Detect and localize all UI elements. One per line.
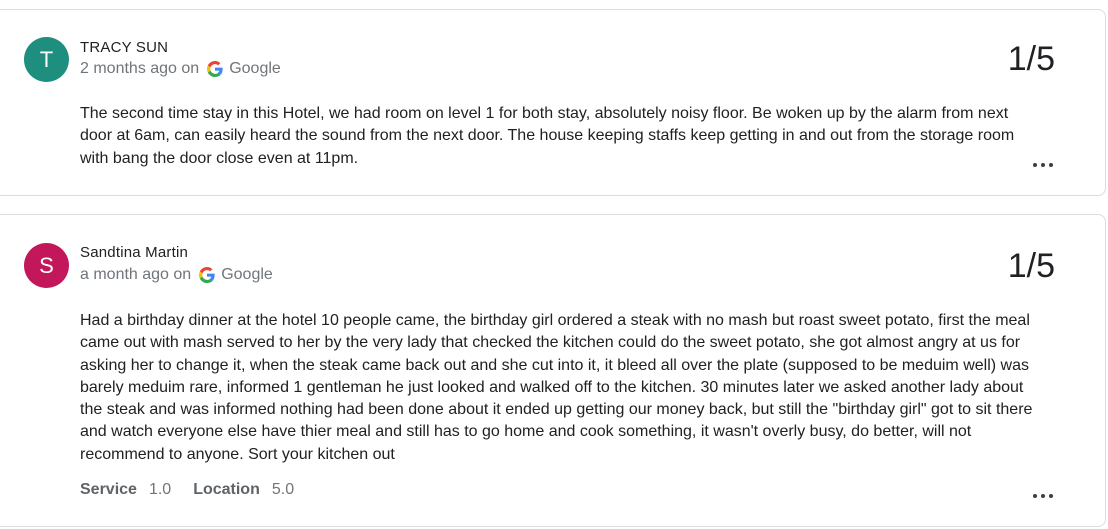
dot [1049,494,1053,498]
reviewer-name[interactable]: Sandtina Martin [80,244,188,261]
review-text: The second time stay in this Hotel, we h… [80,105,1015,167]
review-card: S Sandtina Martin a month ago on Google … [0,214,1106,527]
more-options-icon[interactable] [1033,491,1053,501]
review-text: Had a birthday dinner at the hotel 10 pe… [80,312,1033,463]
dot [1049,163,1053,167]
review-source: Google [229,60,281,77]
review-card: T TRACY SUN 2 months ago on Google 1/5 T… [0,9,1106,196]
reviewer-name[interactable]: TRACY SUN [80,39,168,56]
review-source: Google [221,266,273,283]
review-rating: 1/5 [1007,247,1055,285]
service-label: Service [80,481,137,498]
review-meta: a month ago on Google [80,266,273,284]
google-g-icon [199,267,215,283]
google-g-icon [207,61,223,77]
avatar-letter: T [39,46,54,72]
dot [1033,494,1037,498]
dot [1041,163,1045,167]
sub-ratings: Service 1.0 Location 5.0 [80,481,316,499]
avatar-letter: S [39,252,54,278]
location-label: Location [193,481,260,498]
service-value: 1.0 [148,481,172,498]
review-time: a month ago on [80,266,192,283]
avatar[interactable]: T [24,37,69,82]
review-rating: 1/5 [1007,40,1055,78]
dot [1033,163,1037,167]
avatar[interactable]: S [24,243,69,288]
location-value: 5.0 [271,481,295,498]
dot [1041,494,1045,498]
review-time: 2 months ago on [80,60,200,77]
more-options-icon[interactable] [1033,160,1053,170]
review-meta: 2 months ago on Google [80,60,281,78]
